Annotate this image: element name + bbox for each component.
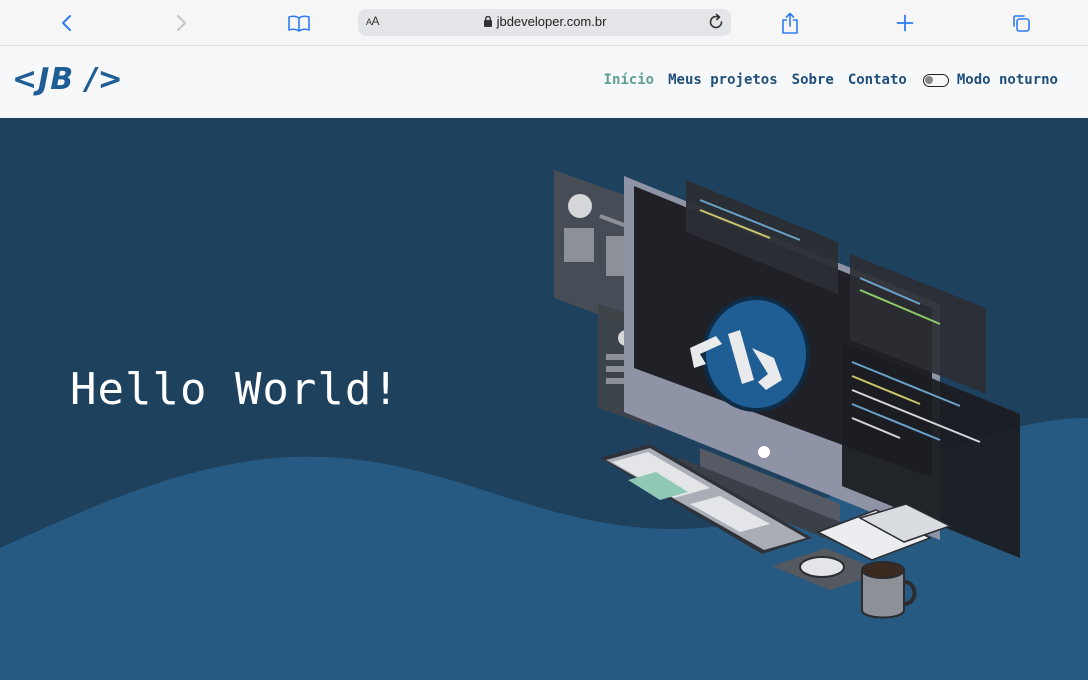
tabs-overview-button[interactable]	[1006, 8, 1036, 38]
developer-workstation-illustration	[554, 170, 1020, 619]
dark-mode-toggle[interactable]	[922, 73, 949, 87]
url-text: jbdeveloper.com.br	[496, 14, 607, 29]
dark-mode-label: Modo noturno	[956, 72, 1058, 88]
lock-icon	[483, 15, 492, 27]
chevron-left-icon	[62, 15, 71, 31]
toggle-knob	[924, 75, 933, 84]
nav-link-inicio[interactable]: Início	[604, 72, 655, 88]
nav-link-sobre[interactable]: Sobre	[792, 72, 834, 88]
plus-icon	[896, 14, 914, 32]
browser-toolbar: AA jbdeveloper.com.br	[0, 0, 1088, 46]
tabs-icon	[1013, 15, 1030, 32]
share-icon	[782, 12, 798, 34]
reload-icon	[709, 13, 723, 29]
chevron-right-icon	[177, 15, 186, 31]
coffee-mug	[861, 561, 917, 619]
reload-button[interactable]	[707, 13, 725, 35]
nav-link-meus-projetos[interactable]: Meus projetos	[668, 72, 778, 88]
site-logo[interactable]: <JB />	[12, 62, 124, 97]
address-bar[interactable]: AA jbdeveloper.com.br	[358, 9, 731, 36]
site-header: <JB /> Início Meus projetos Sobre Contat…	[0, 46, 1088, 118]
nav-link-contato[interactable]: Contato	[848, 72, 907, 88]
main-nav: Início Meus projetos Sobre Contato Modo …	[604, 72, 1058, 88]
forward-button[interactable]	[166, 8, 196, 38]
back-button[interactable]	[52, 8, 82, 38]
book-icon	[288, 15, 310, 32]
hero-title: Hello World!	[70, 364, 400, 415]
new-tab-button[interactable]	[890, 8, 920, 38]
hero-section: Hello World!	[0, 118, 1088, 680]
bookmarks-button[interactable]	[284, 8, 314, 38]
share-button[interactable]	[775, 8, 805, 38]
